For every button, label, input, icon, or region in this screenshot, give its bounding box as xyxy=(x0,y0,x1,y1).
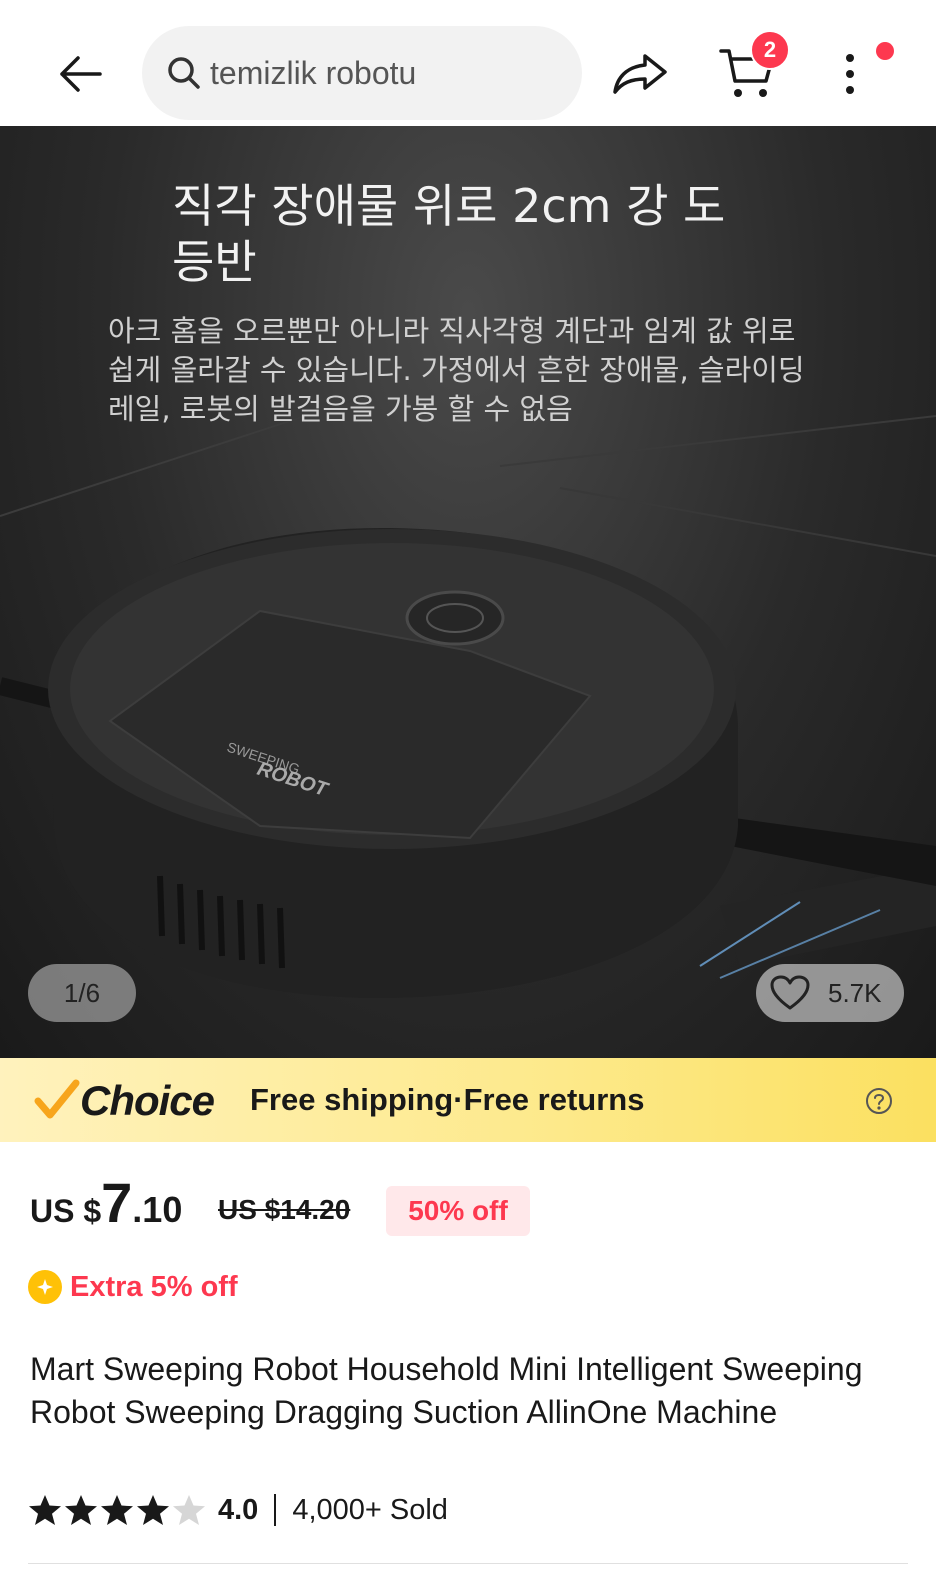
image-description: 아크 홈을 오르뿐만 아니라 직사각형 계단과 임계 값 위로 쉽게 올라갈 수… xyxy=(108,314,805,426)
price-currency: US $ xyxy=(30,1193,102,1229)
sold-count: 4,000+ Sold xyxy=(292,1493,448,1526)
choice-banner[interactable]: Choice Free shipping·Free returns xyxy=(0,1058,936,1142)
search-bar[interactable] xyxy=(142,26,582,120)
more-options-button[interactable] xyxy=(830,44,870,104)
star-empty-icon xyxy=(173,1495,205,1525)
notification-dot xyxy=(876,42,894,60)
share-icon xyxy=(613,54,667,94)
cart-count-badge: 2 xyxy=(750,30,790,70)
share-button[interactable] xyxy=(606,44,676,104)
product-image-carousel[interactable]: SWEEPING ROBOT 직각 장애물 위로 2cm 강 도 등반 아크 홈… xyxy=(0,126,936,1058)
divider xyxy=(274,1494,277,1526)
back-button[interactable] xyxy=(50,44,110,104)
rating-stars xyxy=(28,1494,208,1526)
star-filled-icon xyxy=(137,1495,169,1525)
more-vertical-icon xyxy=(846,54,854,94)
price-decimal: .10 xyxy=(132,1189,183,1230)
search-icon xyxy=(166,55,202,91)
rating-row[interactable]: 4.0 4,000+ Sold xyxy=(28,1490,448,1530)
product-title: Mart Sweeping Robot Household Mini Intel… xyxy=(30,1351,863,1430)
wishlist-count: 5.7K xyxy=(828,977,882,1008)
wishlist-button[interactable]: 5.7K xyxy=(756,964,904,1022)
current-price: US $ 7 .10 xyxy=(30,1170,182,1240)
star-filled-icon xyxy=(101,1495,133,1525)
star-filled-icon xyxy=(65,1495,97,1525)
original-price: US $14.20 xyxy=(218,1194,351,1225)
arrow-left-icon xyxy=(60,56,102,92)
shipping-info: Free shipping·Free returns xyxy=(250,1082,645,1117)
section-divider xyxy=(28,1563,908,1564)
heart-icon xyxy=(770,975,810,1011)
image-headline: 직각 장애물 위로 2cm 강 도 등반 xyxy=(172,179,726,289)
image-page-indicator: 1/6 xyxy=(28,964,136,1022)
extra-discount-label: Extra 5% off xyxy=(70,1270,238,1303)
discount-badge: 50% off xyxy=(386,1186,530,1236)
extra-discount[interactable]: Extra 5% off xyxy=(28,1270,238,1304)
rating-value: 4.0 xyxy=(218,1493,259,1526)
coin-icon xyxy=(28,1270,62,1304)
top-bar: 2 xyxy=(0,0,936,126)
star-filled-icon xyxy=(29,1495,61,1525)
search-input[interactable] xyxy=(210,54,570,92)
choice-logo: Choice xyxy=(34,1076,215,1126)
choice-logo-text: Choice xyxy=(80,1077,215,1124)
help-icon[interactable] xyxy=(864,1086,894,1116)
checkmark-icon xyxy=(34,1079,80,1119)
price-integer: 7 xyxy=(101,1171,133,1234)
